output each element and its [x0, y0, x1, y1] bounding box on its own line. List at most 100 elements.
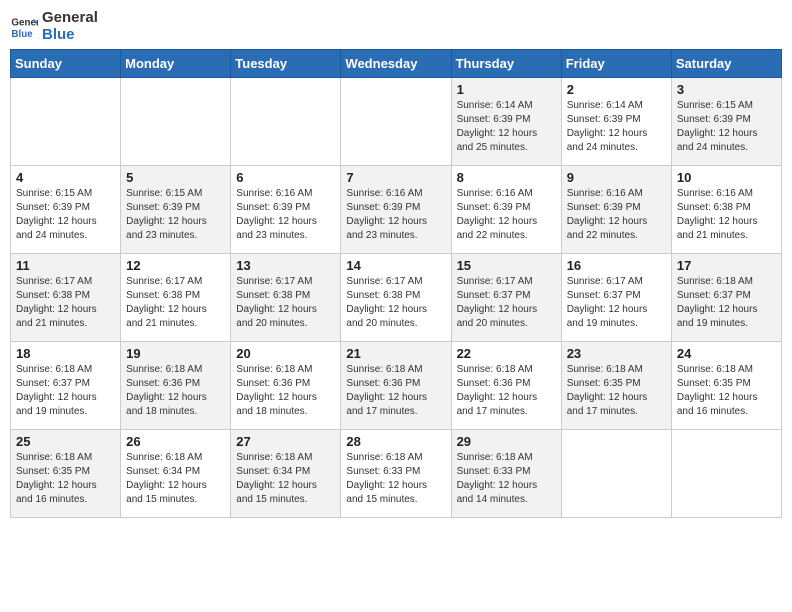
day-info: Sunrise: 6:14 AM Sunset: 6:39 PM Dayligh… [457, 99, 556, 155]
day-info: Sunrise: 6:17 AM Sunset: 6:38 PM Dayligh… [346, 275, 445, 331]
calendar-cell: 28 Sunrise: 6:18 AM Sunset: 6:33 PM Dayli… [341, 430, 451, 518]
day-info: Sunrise: 6:17 AM Sunset: 6:38 PM Dayligh… [236, 275, 335, 331]
calendar-cell: 7 Sunrise: 6:16 AM Sunset: 6:39 PM Daylig… [341, 166, 451, 254]
day-number: 4 [16, 170, 115, 185]
day-number: 2 [567, 82, 666, 97]
day-number: 23 [567, 346, 666, 361]
day-info: Sunrise: 6:18 AM Sunset: 6:36 PM Dayligh… [126, 363, 225, 419]
calendar-week-5: 25Sunrise: 6:18 AM Sunset: 6:35 PM Dayli… [11, 430, 782, 518]
calendar-cell: 14Sunrise: 6:17 AM Sunset: 6:38 PM Dayli… [341, 254, 451, 342]
day-number: 19 [126, 346, 225, 361]
calendar-cell: 8Sunrise: 6:16 AM Sunset: 6:39 PM Daylig… [451, 166, 561, 254]
day-info: Sunrise: 6:16 AM Sunset: 6:39 PM Dayligh… [346, 187, 445, 243]
day-info: Sunrise: 6:18 AM Sunset: 6:37 PM Dayligh… [16, 363, 115, 419]
calendar-week-3: 11 Sunrise: 6:17 AM Sunset: 6:38 PM Dayli… [11, 254, 782, 342]
day-number: 7 [346, 170, 445, 185]
day-info: Sunrise: 6:18 AM Sunset: 6:35 PM Dayligh… [567, 363, 666, 419]
day-number: 17 [677, 258, 776, 273]
calendar-cell: 26 Sunrise: 6:18 AM Sunset: 6:34 PM Dayli… [121, 430, 231, 518]
day-info: Sunrise: 6:16 AM Sunset: 6:38 PM Dayligh… [677, 187, 776, 243]
day-info: Sunrise: 6:18 AM Sunset: 6:36 PM Dayligh… [236, 363, 335, 419]
day-info: Sunrise: 6:17 AM Sunset: 6:37 PM Dayligh… [567, 275, 666, 331]
day-number: 15 [457, 258, 556, 273]
day-info: Sunrise: 6:18 AM Sunset: 6:34 PM Dayligh… [236, 451, 335, 507]
day-number: 27 [236, 434, 335, 449]
day-info: Sunrise: 6:18 AM Sunset: 6:36 PM Dayligh… [346, 363, 445, 419]
day-info: Sunrise: 6:18 AM Sunset: 6:35 PM Dayligh… [16, 451, 115, 507]
calendar-cell: 18 Sunrise: 6:18 AM Sunset: 6:37 PM Dayli… [11, 342, 121, 430]
day-info: Sunrise: 6:18 AM Sunset: 6:37 PM Dayligh… [677, 275, 776, 331]
day-info: Sunrise: 6:17 AM Sunset: 6:38 PM Dayligh… [16, 275, 115, 331]
day-info: Sunrise: 6:18 AM Sunset: 6:36 PM Dayligh… [457, 363, 556, 419]
logo: General Blue General Blue [10, 10, 98, 43]
day-number: 6 [236, 170, 335, 185]
calendar-cell: 9 Sunrise: 6:16 AM Sunset: 6:39 PM Daylig… [561, 166, 671, 254]
calendar-cell: 22 Sunrise: 6:18 AM Sunset: 6:36 PM Dayli… [451, 342, 561, 430]
day-number: 22 [457, 346, 556, 361]
calendar-cell: 20 Sunrise: 6:18 AM Sunset: 6:36 PM Dayli… [231, 342, 341, 430]
calendar-cell: 27 Sunrise: 6:18 AM Sunset: 6:34 PM Dayli… [231, 430, 341, 518]
calendar-cell: 1Sunrise: 6:14 AM Sunset: 6:39 PM Daylig… [451, 78, 561, 166]
calendar-cell: 10 Sunrise: 6:16 AM Sunset: 6:38 PM Dayli… [671, 166, 781, 254]
day-info: Sunrise: 6:14 AM Sunset: 6:39 PM Dayligh… [567, 99, 666, 155]
day-number: 5 [126, 170, 225, 185]
day-number: 12 [126, 258, 225, 273]
calendar-cell: 21 Sunrise: 6:18 AM Sunset: 6:36 PM Dayli… [341, 342, 451, 430]
day-number: 21 [346, 346, 445, 361]
day-info: Sunrise: 6:17 AM Sunset: 6:38 PM Dayligh… [126, 275, 225, 331]
calendar-cell: 2 Sunrise: 6:14 AM Sunset: 6:39 PM Daylig… [561, 78, 671, 166]
calendar-cell: 15 Sunrise: 6:17 AM Sunset: 6:37 PM Dayli… [451, 254, 561, 342]
calendar-cell [231, 78, 341, 166]
day-number: 24 [677, 346, 776, 361]
calendar-cell: 17 Sunrise: 6:18 AM Sunset: 6:37 PM Dayli… [671, 254, 781, 342]
day-number: 8 [457, 170, 556, 185]
day-number: 26 [126, 434, 225, 449]
day-number: 3 [677, 82, 776, 97]
day-number: 11 [16, 258, 115, 273]
day-number: 28 [346, 434, 445, 449]
header-wednesday: Wednesday [341, 50, 451, 78]
header-saturday: Saturday [671, 50, 781, 78]
day-info: Sunrise: 6:18 AM Sunset: 6:34 PM Dayligh… [126, 451, 225, 507]
calendar-cell [341, 78, 451, 166]
svg-text:Blue: Blue [11, 28, 33, 39]
logo-blue: Blue [42, 27, 98, 44]
day-info: Sunrise: 6:18 AM Sunset: 6:35 PM Dayligh… [677, 363, 776, 419]
day-number: 10 [677, 170, 776, 185]
calendar-cell: 24 Sunrise: 6:18 AM Sunset: 6:35 PM Dayli… [671, 342, 781, 430]
logo-general: General [42, 10, 98, 27]
calendar-cell: 25Sunrise: 6:18 AM Sunset: 6:35 PM Dayli… [11, 430, 121, 518]
page-header: General Blue General Blue [10, 10, 782, 43]
calendar-cell: 12 Sunrise: 6:17 AM Sunset: 6:38 PM Dayli… [121, 254, 231, 342]
header-sunday: Sunday [11, 50, 121, 78]
day-info: Sunrise: 6:16 AM Sunset: 6:39 PM Dayligh… [567, 187, 666, 243]
calendar-cell: 16Sunrise: 6:17 AM Sunset: 6:37 PM Dayli… [561, 254, 671, 342]
calendar-cell: 11 Sunrise: 6:17 AM Sunset: 6:38 PM Dayli… [11, 254, 121, 342]
calendar-week-4: 18 Sunrise: 6:18 AM Sunset: 6:37 PM Dayli… [11, 342, 782, 430]
calendar-cell [561, 430, 671, 518]
calendar-cell [121, 78, 231, 166]
logo-icon: General Blue [10, 13, 38, 41]
calendar-cell: 19 Sunrise: 6:18 AM Sunset: 6:36 PM Dayli… [121, 342, 231, 430]
header-monday: Monday [121, 50, 231, 78]
day-info: Sunrise: 6:18 AM Sunset: 6:33 PM Dayligh… [346, 451, 445, 507]
day-number: 9 [567, 170, 666, 185]
calendar-table: SundayMondayTuesdayWednesdayThursdayFrid… [10, 49, 782, 518]
day-info: Sunrise: 6:15 AM Sunset: 6:39 PM Dayligh… [16, 187, 115, 243]
calendar-cell [671, 430, 781, 518]
calendar-week-1: 1Sunrise: 6:14 AM Sunset: 6:39 PM Daylig… [11, 78, 782, 166]
day-info: Sunrise: 6:18 AM Sunset: 6:33 PM Dayligh… [457, 451, 556, 507]
header-friday: Friday [561, 50, 671, 78]
calendar-week-2: 4 Sunrise: 6:15 AM Sunset: 6:39 PM Daylig… [11, 166, 782, 254]
calendar-cell: 3 Sunrise: 6:15 AM Sunset: 6:39 PM Daylig… [671, 78, 781, 166]
calendar-cell [11, 78, 121, 166]
calendar-header-row: SundayMondayTuesdayWednesdayThursdayFrid… [11, 50, 782, 78]
day-number: 20 [236, 346, 335, 361]
day-number: 13 [236, 258, 335, 273]
day-info: Sunrise: 6:15 AM Sunset: 6:39 PM Dayligh… [677, 99, 776, 155]
calendar-cell: 29Sunrise: 6:18 AM Sunset: 6:33 PM Dayli… [451, 430, 561, 518]
day-number: 18 [16, 346, 115, 361]
day-info: Sunrise: 6:16 AM Sunset: 6:39 PM Dayligh… [236, 187, 335, 243]
calendar-cell: 23 Sunrise: 6:18 AM Sunset: 6:35 PM Dayli… [561, 342, 671, 430]
day-info: Sunrise: 6:17 AM Sunset: 6:37 PM Dayligh… [457, 275, 556, 331]
